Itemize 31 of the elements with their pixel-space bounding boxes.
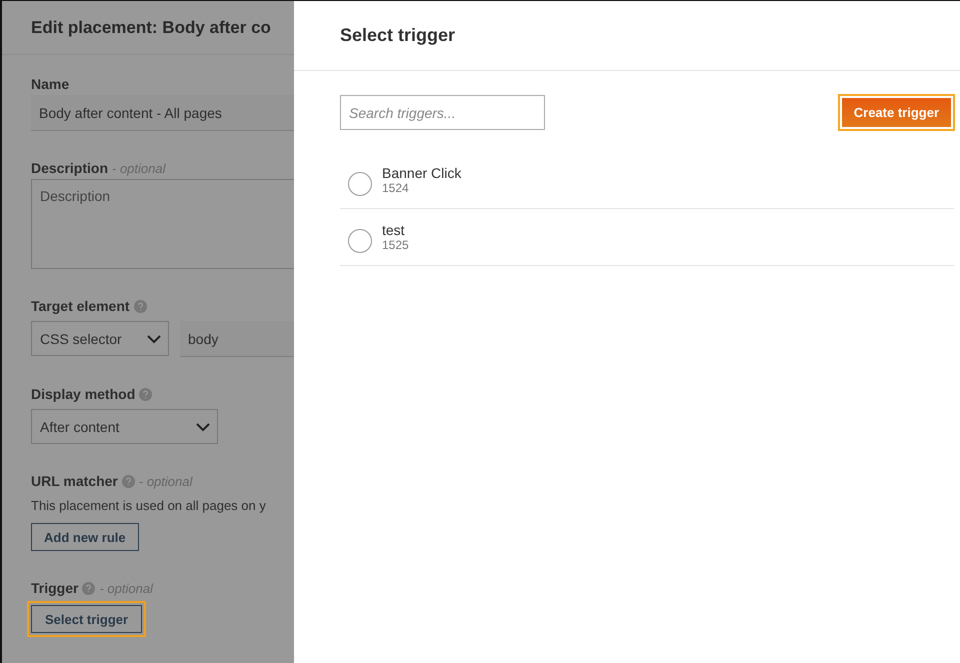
- help-icon[interactable]: [82, 582, 96, 594]
- field-label: Target element: [31, 298, 130, 314]
- search-field[interactable]: Search triggers...: [340, 95, 545, 130]
- radio-button[interactable]: [348, 229, 372, 253]
- trigger-item[interactable]: test 1525: [340, 209, 954, 266]
- trigger-id: 1525: [382, 238, 409, 252]
- dialog-title: Select trigger: [340, 25, 456, 46]
- url-matcher-note: This placement is used on all pages on y: [31, 498, 267, 513]
- field-label: Name: [31, 76, 70, 92]
- radio-button[interactable]: [348, 172, 372, 196]
- selector-field[interactable]: body: [180, 321, 294, 357]
- field-label: URL matcher: [31, 473, 118, 489]
- name-field[interactable]: Body after content - All pages: [31, 95, 294, 131]
- help-icon[interactable]: [122, 474, 135, 488]
- outline-button[interactable]: Select trigger: [27, 601, 146, 637]
- field-label: Trigger: [31, 580, 78, 596]
- field-label: Description: [31, 160, 108, 176]
- outline-button[interactable]: Add new rule: [31, 523, 139, 551]
- create-trigger-button[interactable]: Create trigger: [842, 98, 951, 127]
- trigger-name: Banner Click: [382, 165, 462, 181]
- chevron-down-icon: [146, 334, 162, 344]
- panel-title: Edit placement: Body after co: [31, 18, 271, 38]
- chevron-down-icon: [195, 422, 211, 432]
- field-label: Display method: [31, 386, 136, 402]
- selector-dropdown[interactable]: CSS selector: [31, 321, 169, 356]
- trigger-name: test: [382, 222, 406, 238]
- trigger-item[interactable]: Banner Click 1524: [340, 152, 954, 209]
- help-icon[interactable]: [134, 300, 147, 312]
- trigger-id: 1524: [382, 181, 410, 195]
- display-method-dropdown[interactable]: After content: [31, 409, 218, 444]
- help-icon[interactable]: [139, 388, 152, 400]
